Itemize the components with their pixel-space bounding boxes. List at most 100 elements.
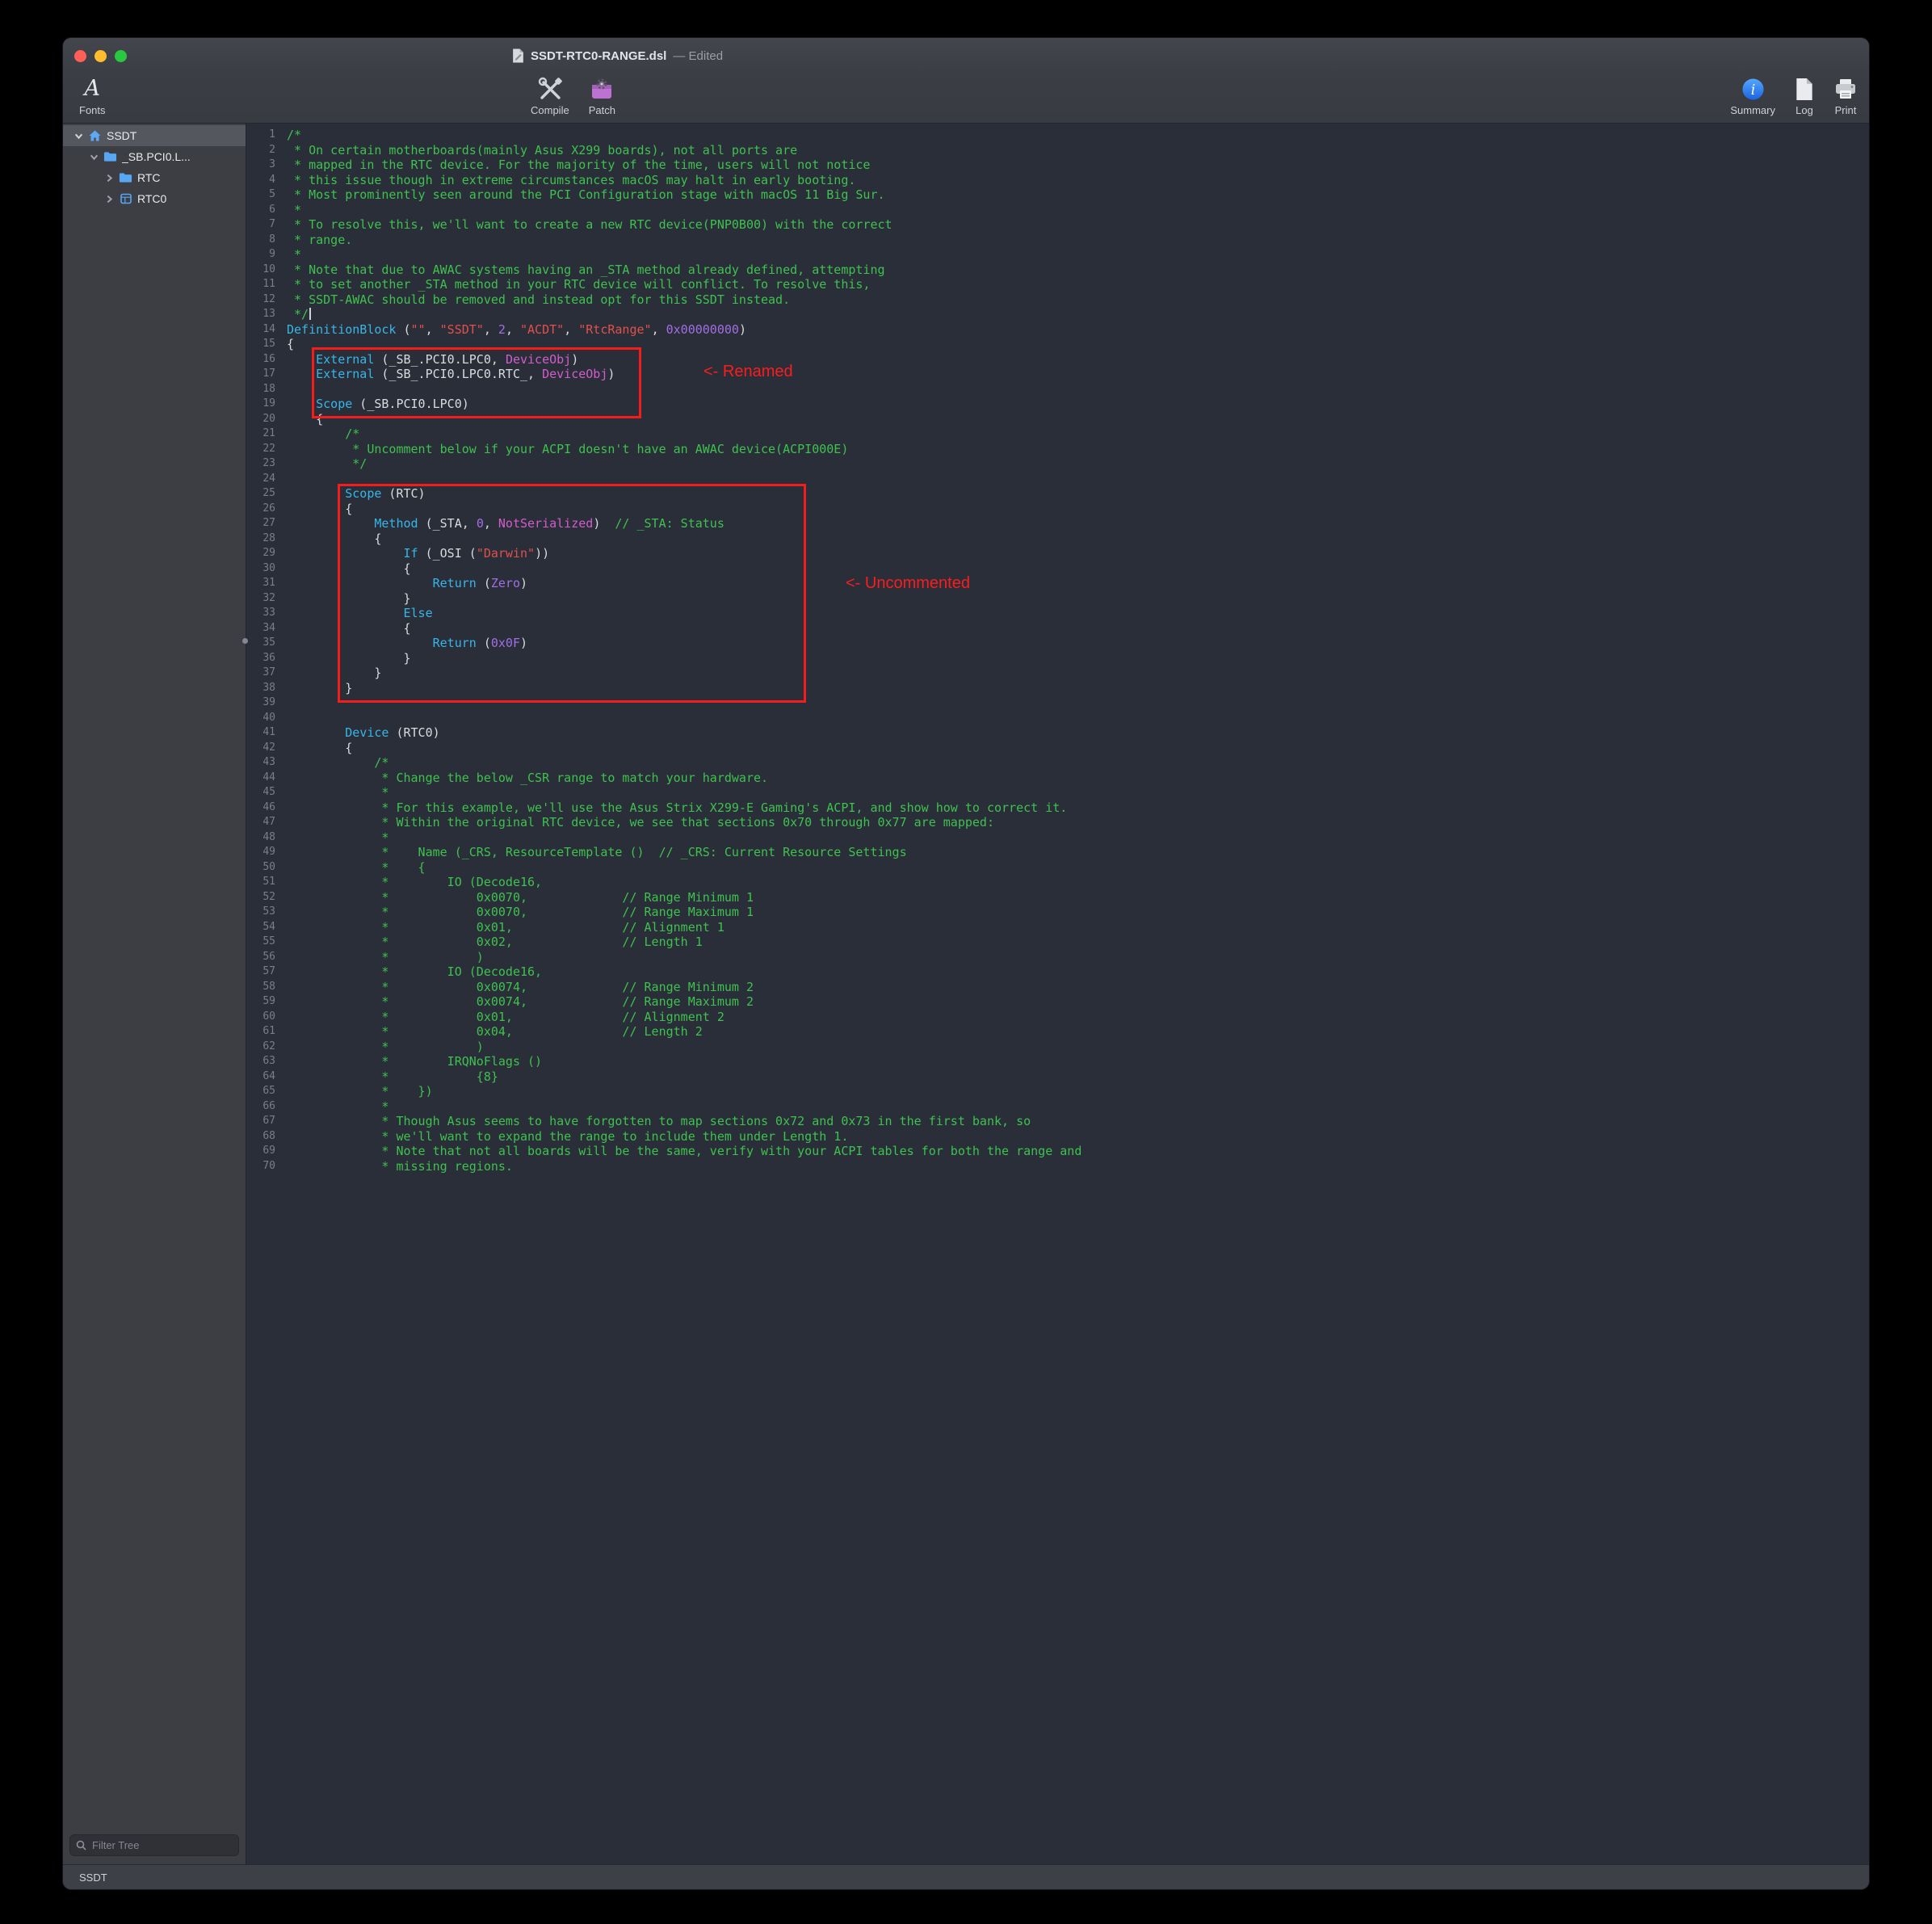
patch-box-gear-icon <box>590 75 614 103</box>
sidebar-item-label: SSDT <box>107 129 136 142</box>
code-line: 51 * IO (Decode16, <box>246 875 1869 890</box>
sidebar-item-rtc[interactable]: RTC <box>63 167 246 188</box>
compile-tools-icon <box>536 75 564 103</box>
code-line: 53 * 0x0070, // Range Maximum 1 <box>246 905 1869 920</box>
code-line: 50 * { <box>246 860 1869 876</box>
status-path: SSDT <box>79 1871 107 1884</box>
code-line: 60 * 0x01, // Alignment 2 <box>246 1010 1869 1025</box>
code-line: 17 External (_SB_.PCI0.LPC0.RTC_, Device… <box>246 367 1869 382</box>
sidebar-item-rtc0[interactable]: RTC0 <box>63 188 246 209</box>
compile-label: Compile <box>531 104 569 116</box>
house-icon <box>88 129 102 143</box>
code-line: 42 { <box>246 741 1869 756</box>
zoom-button[interactable] <box>115 50 127 62</box>
code-line: 44 * Change the below _CSR range to matc… <box>246 771 1869 786</box>
disclosure-triangle-icon[interactable] <box>74 132 83 141</box>
printer-icon <box>1833 75 1858 103</box>
folder-icon <box>119 171 132 185</box>
sidebar-item-label: RTC <box>137 171 161 184</box>
code-line: 22 * Uncomment below if your ACPI doesn'… <box>246 442 1869 457</box>
code-line: 48 * <box>246 830 1869 846</box>
code-line: 68 * we'll want to expand the range to i… <box>246 1129 1869 1145</box>
sidebar-item-sb-pci0[interactable]: _SB.PCI0.L... <box>63 146 246 167</box>
code-line: 69 * Note that not all boards will be th… <box>246 1144 1869 1159</box>
desktop-background: SSDT-RTC0-RANGE.dsl — Edited A Fonts <box>0 0 1932 1924</box>
code-line: 37 } <box>246 666 1869 681</box>
code-line: 63 * IRQNoFlags () <box>246 1054 1869 1069</box>
sidebar-item-ssdt[interactable]: SSDT <box>63 125 246 146</box>
fonts-button[interactable]: A Fonts <box>79 75 106 116</box>
code-line: 55 * 0x02, // Length 1 <box>246 935 1869 950</box>
code-line: 6 * <box>246 203 1869 218</box>
document-title: SSDT-RTC0-RANGE.dsl <box>531 49 666 63</box>
code-line: 25 Scope (RTC) <box>246 486 1869 502</box>
sidebar-item-label: RTC0 <box>137 192 166 205</box>
code-line: 64 * {8} <box>246 1069 1869 1085</box>
code-line: 19 Scope (_SB.PCI0.LPC0) <box>246 397 1869 412</box>
code-line: 65 * }) <box>246 1084 1869 1099</box>
code-line: 2 * On certain motherboards(mainly Asus … <box>246 143 1869 158</box>
log-label: Log <box>1796 104 1813 116</box>
patch-button[interactable]: Patch <box>589 75 615 116</box>
filter-tree-field[interactable] <box>69 1834 239 1856</box>
code-line: 28 { <box>246 531 1869 547</box>
svg-text:i: i <box>1750 82 1755 98</box>
print-button[interactable]: Print <box>1833 75 1858 116</box>
code-line: 8 * range. <box>246 233 1869 248</box>
code-line: 14DefinitionBlock ("", "SSDT", 2, "ACDT"… <box>246 322 1869 338</box>
edited-badge: — Edited <box>673 49 723 63</box>
code-line: 67 * Though Asus seems to have forgotten… <box>246 1114 1869 1129</box>
disclosure-triangle-icon[interactable] <box>105 174 114 183</box>
code-line: 34 { <box>246 621 1869 636</box>
code-line: 47 * Within the original RTC device, we … <box>246 815 1869 830</box>
disclosure-triangle-icon[interactable] <box>105 195 114 204</box>
code-line: 1/* <box>246 128 1869 143</box>
patch-label: Patch <box>589 104 615 116</box>
summary-button[interactable]: i Summary <box>1730 75 1775 116</box>
fonts-label: Fonts <box>79 104 106 116</box>
fonts-icon: A <box>85 77 101 101</box>
code-line: 5 * Most prominently seen around the PCI… <box>246 187 1869 203</box>
code-line: 13 */ <box>246 307 1869 322</box>
code-lines: 1/*2 * On certain motherboards(mainly As… <box>246 124 1869 1174</box>
code-line: 33 Else <box>246 606 1869 621</box>
code-line: 7 * To resolve this, we'll want to creat… <box>246 217 1869 233</box>
code-line: 58 * 0x0074, // Range Minimum 2 <box>246 980 1869 995</box>
code-line: 36 } <box>246 651 1869 666</box>
navigator-sidebar: SSDT _SB.PCI0.L... <box>63 124 246 1864</box>
log-button[interactable]: Log <box>1795 75 1814 116</box>
close-button[interactable] <box>74 50 86 62</box>
compile-button[interactable]: Compile <box>531 75 569 116</box>
code-line: 23 */ <box>246 456 1869 472</box>
code-line: 66 * <box>246 1099 1869 1115</box>
code-line: 30 { <box>246 561 1869 577</box>
code-line: 35 Return (0x0F) <box>246 636 1869 651</box>
code-line: 62 * ) <box>246 1040 1869 1055</box>
code-line: 11 * to set another _STA method in your … <box>246 277 1869 292</box>
disclosure-triangle-icon[interactable] <box>90 153 99 162</box>
code-line: 16 External (_SB_.PCI0.LPC0, DeviceObj) <box>246 352 1869 368</box>
code-line: 27 Method (_STA, 0, NotSerialized) // _S… <box>246 516 1869 531</box>
window-title: SSDT-RTC0-RANGE.dsl — Edited <box>512 38 723 74</box>
code-line: 10 * Note that due to AWAC systems havin… <box>246 263 1869 278</box>
code-line: 38 } <box>246 681 1869 696</box>
search-icon <box>76 1840 86 1850</box>
code-line: 18 <box>246 382 1869 397</box>
code-line: 45 * <box>246 785 1869 800</box>
code-line: 3 * mapped in the RTC device. For the ma… <box>246 158 1869 173</box>
code-line: 49 * Name (_CRS, ResourceTemplate () // … <box>246 845 1869 860</box>
code-line: 41 Device (RTC0) <box>246 725 1869 741</box>
pane-splitter-handle[interactable] <box>242 638 248 644</box>
code-line: 12 * SSDT-AWAC should be removed and ins… <box>246 292 1869 308</box>
code-line: 54 * 0x01, // Alignment 1 <box>246 920 1869 935</box>
code-line: 29 If (_OSI ("Darwin")) <box>246 546 1869 561</box>
traffic-lights <box>74 38 127 74</box>
titlebar: SSDT-RTC0-RANGE.dsl — Edited <box>63 38 1869 74</box>
code-line: 59 * 0x0074, // Range Maximum 2 <box>246 994 1869 1010</box>
code-line: 56 * ) <box>246 950 1869 965</box>
acpi-tree: SSDT _SB.PCI0.L... <box>63 124 246 209</box>
filter-tree-input[interactable] <box>90 1838 233 1852</box>
code-line: 40 <box>246 711 1869 726</box>
minimize-button[interactable] <box>94 50 107 62</box>
code-editor[interactable]: 1/*2 * On certain motherboards(mainly As… <box>246 124 1869 1864</box>
